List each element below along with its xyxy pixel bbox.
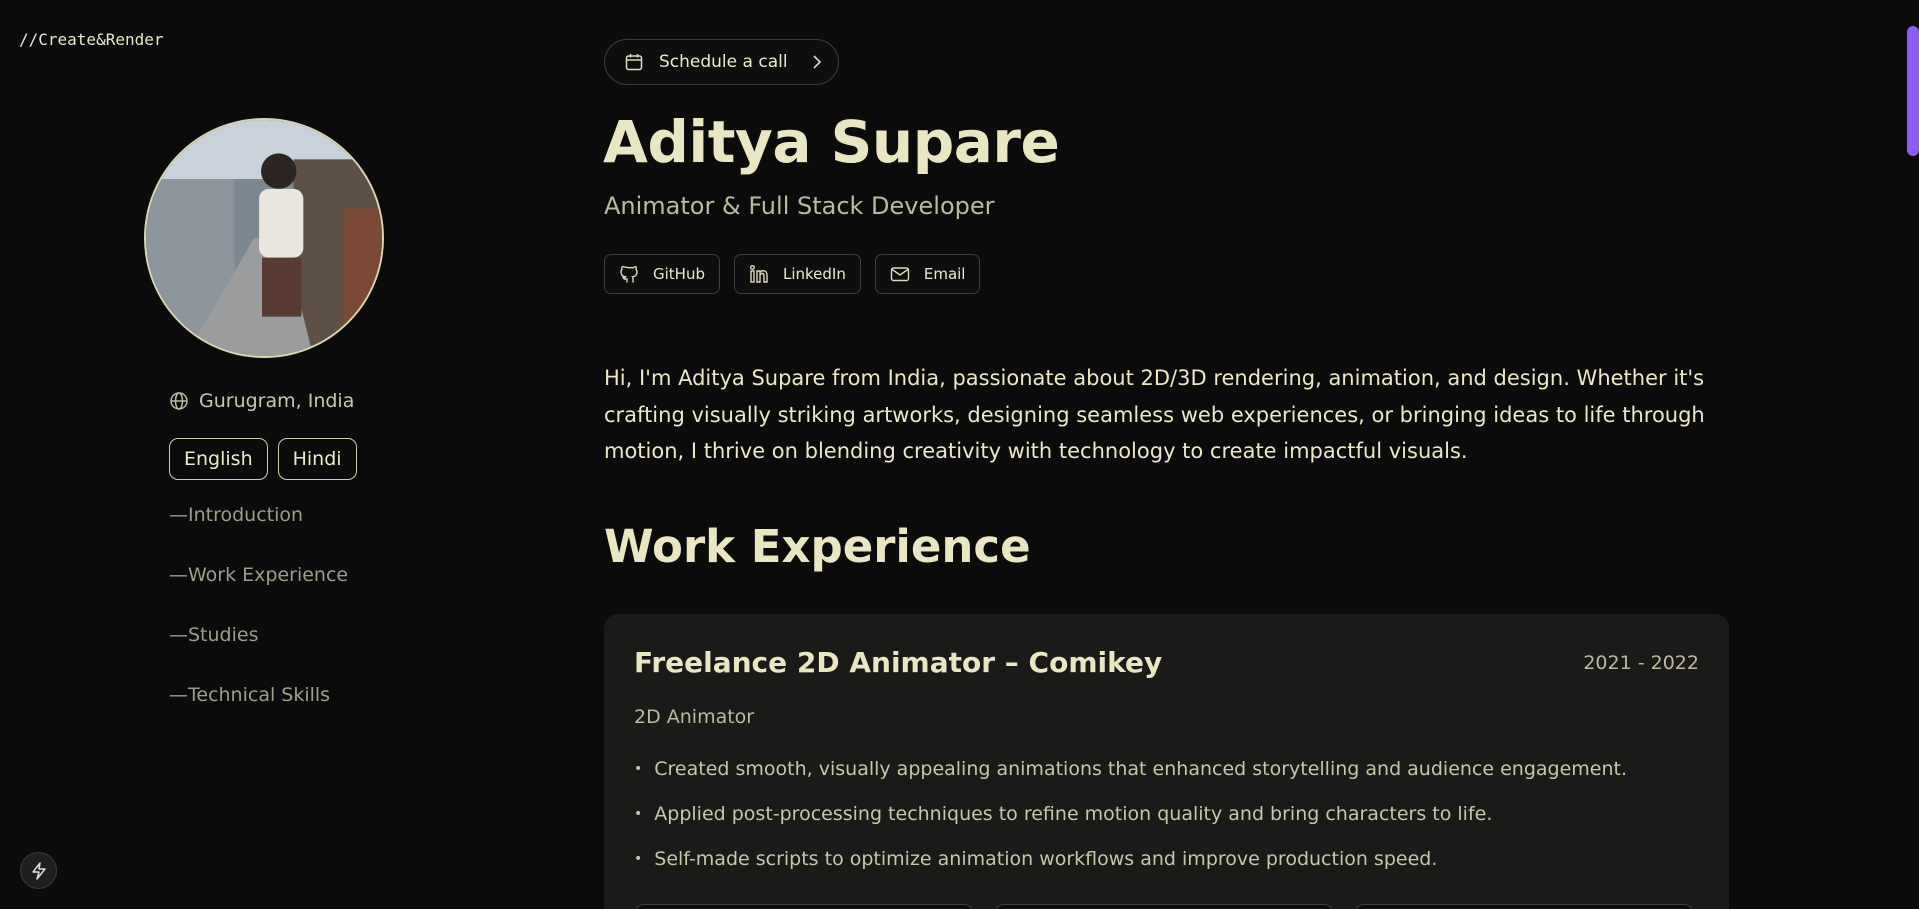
location: Gurugram, India: [169, 390, 354, 412]
bullet-dot: •: [634, 806, 643, 822]
language-badges: English Hindi: [169, 438, 357, 480]
bullet-dot: •: [634, 851, 643, 867]
linkedin-label: LinkedIn: [782, 265, 846, 283]
project-thumbnails: [634, 904, 1694, 909]
toc-item-studies[interactable]: —Studies: [169, 620, 348, 680]
project-thumbnail[interactable]: [1354, 904, 1694, 909]
job-bullets: • Created smooth, visually appealing anim…: [634, 756, 1627, 891]
page: //Create&Render Gurugram, India English …: [0, 0, 1919, 909]
work-experience-heading: Work Experience: [604, 520, 1031, 573]
language-badge-hindi: Hindi: [277, 438, 357, 480]
avatar-photo: [146, 120, 382, 356]
bolt-icon: [31, 861, 46, 880]
schedule-call-button[interactable]: Schedule a call: [604, 39, 839, 85]
github-button[interactable]: GitHub: [604, 254, 720, 294]
github-icon: [620, 266, 638, 283]
toc-item-work-experience[interactable]: —Work Experience: [169, 560, 348, 620]
intro-paragraph: Hi, I'm Aditya Supare from India, passio…: [604, 366, 1705, 463]
toc-item-introduction[interactable]: —Introduction: [169, 500, 348, 560]
bullet-text: Applied post-processing techniques to re…: [654, 803, 1493, 825]
scrollbar-thumb[interactable]: [1907, 26, 1919, 156]
table-of-contents: —Introduction —Work Experience —Studies …: [169, 500, 348, 740]
job-years: 2021 - 2022: [1583, 652, 1699, 674]
email-button[interactable]: Email: [874, 254, 981, 294]
email-label: Email: [923, 265, 966, 283]
social-links: GitHub LinkedIn Email: [604, 254, 981, 294]
location-text: Gurugram, India: [199, 390, 355, 412]
brand-logo[interactable]: //Create&Render: [19, 30, 164, 49]
list-item: • Created smooth, visually appealing anim…: [634, 756, 1627, 801]
toc-item-technical-skills[interactable]: —Technical Skills: [169, 680, 348, 740]
subtitle-role: Animator & Full Stack Developer: [604, 192, 995, 220]
bullet-text: Self-made scripts to optimize animation …: [654, 848, 1438, 870]
job-title: Freelance 2D Animator – Comikey: [634, 646, 1163, 679]
email-icon: [890, 267, 910, 282]
list-item: • Applied post-processing techniques to r…: [634, 801, 1627, 846]
project-thumbnail[interactable]: [634, 904, 974, 909]
list-item: • Self-made scripts to optimize animation…: [634, 846, 1627, 891]
calendar-icon: [625, 54, 643, 71]
linkedin-icon: [749, 265, 768, 283]
github-label: GitHub: [653, 265, 705, 283]
globe-icon: [170, 392, 188, 410]
project-thumbnail[interactable]: [994, 904, 1334, 909]
chevron-right-icon: [812, 55, 821, 69]
bolt-button[interactable]: [20, 852, 57, 889]
bullet-text: Created smooth, visually appealing anima…: [654, 758, 1628, 780]
linkedin-button[interactable]: LinkedIn: [733, 254, 861, 294]
avatar: [144, 118, 384, 358]
job-role: 2D Animator: [634, 706, 755, 728]
bullet-dot: •: [634, 761, 643, 777]
schedule-call-label: Schedule a call: [659, 52, 788, 72]
work-experience-card: Freelance 2D Animator – Comikey 2021 - 2…: [604, 614, 1729, 909]
page-title: Aditya Supare: [603, 108, 1060, 176]
language-badge-english: English: [169, 438, 268, 480]
